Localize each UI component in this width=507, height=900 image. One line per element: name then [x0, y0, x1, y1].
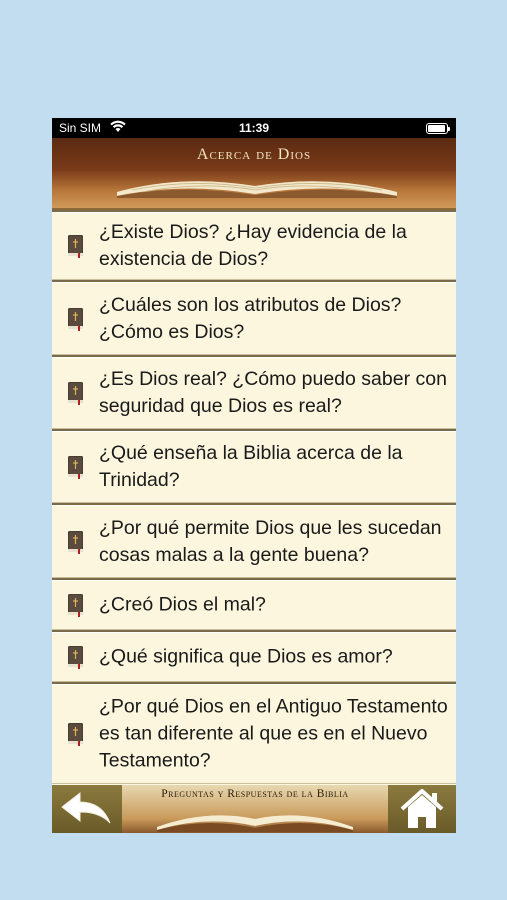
back-button[interactable] — [52, 785, 122, 833]
open-book-image — [157, 815, 353, 832]
question-label: ¿Existe Dios? ¿Hay evidencia de la exist… — [99, 221, 407, 270]
bible-icon — [68, 530, 83, 554]
list-item[interactable]: ¿Qué significa que Dios es amor? — [52, 630, 456, 682]
home-button[interactable] — [388, 785, 456, 833]
bible-icon — [68, 307, 83, 331]
list-item[interactable]: ¿Por qué permite Dios que les sucedan co… — [52, 503, 456, 578]
bottom-bar: Preguntas y Respuestas de la Biblia — [52, 785, 456, 833]
question-label: ¿Qué enseña la Biblia acerca de la Trini… — [99, 442, 403, 491]
bible-icon — [68, 456, 83, 479]
bible-icon — [68, 646, 83, 669]
list-item[interactable]: ¿Por qué Dios en el Antiguo Testamento e… — [52, 682, 456, 784]
battery-icon — [426, 123, 450, 134]
clock: 11:39 — [238, 121, 270, 135]
app-screen: Sin SIM 11:39 Acerca de Dios ¿Existe Dio… — [52, 118, 456, 833]
question-label: ¿Qué significa que Dios es amor? — [99, 645, 393, 668]
bible-icon — [68, 382, 83, 405]
back-arrow-icon — [61, 791, 111, 824]
bible-icon — [68, 235, 83, 258]
bible-icon — [68, 723, 83, 746]
bible-icon — [68, 594, 83, 617]
question-label: ¿Creó Dios el mal? — [99, 593, 266, 616]
home-icon — [400, 789, 444, 828]
list-item[interactable]: ¿Creó Dios el mal? — [52, 578, 456, 630]
question-label: ¿Cuáles son los atributos de Dios? ¿Cómo… — [99, 293, 402, 343]
status-bar: Sin SIM 11:39 — [52, 118, 456, 138]
question-list: ¿Existe Dios? ¿Hay evidencia de la exist… — [52, 210, 456, 784]
list-item[interactable]: ¿Es Dios real? ¿Cómo puedo saber con seg… — [52, 355, 456, 429]
footer-banner: Preguntas y Respuestas de la Biblia — [122, 785, 388, 833]
page-title: Acerca de Dios — [196, 146, 312, 163]
list-item[interactable]: ¿Existe Dios? ¿Hay evidencia de la exist… — [52, 210, 456, 280]
question-label: ¿Es Dios real? ¿Cómo puedo saber con seg… — [99, 368, 447, 417]
question-label: ¿Por qué permite Dios que les sucedan co… — [99, 516, 442, 566]
list-item[interactable]: ¿Cuáles son los atributos de Dios? ¿Cómo… — [52, 280, 456, 355]
header-banner: Acerca de Dios — [52, 138, 456, 210]
question-label: ¿Por qué Dios en el Antiguo Testamento e… — [99, 695, 448, 772]
list-item[interactable]: ¿Qué enseña la Biblia acerca de la Trini… — [52, 429, 456, 503]
open-book-image — [117, 181, 397, 198]
